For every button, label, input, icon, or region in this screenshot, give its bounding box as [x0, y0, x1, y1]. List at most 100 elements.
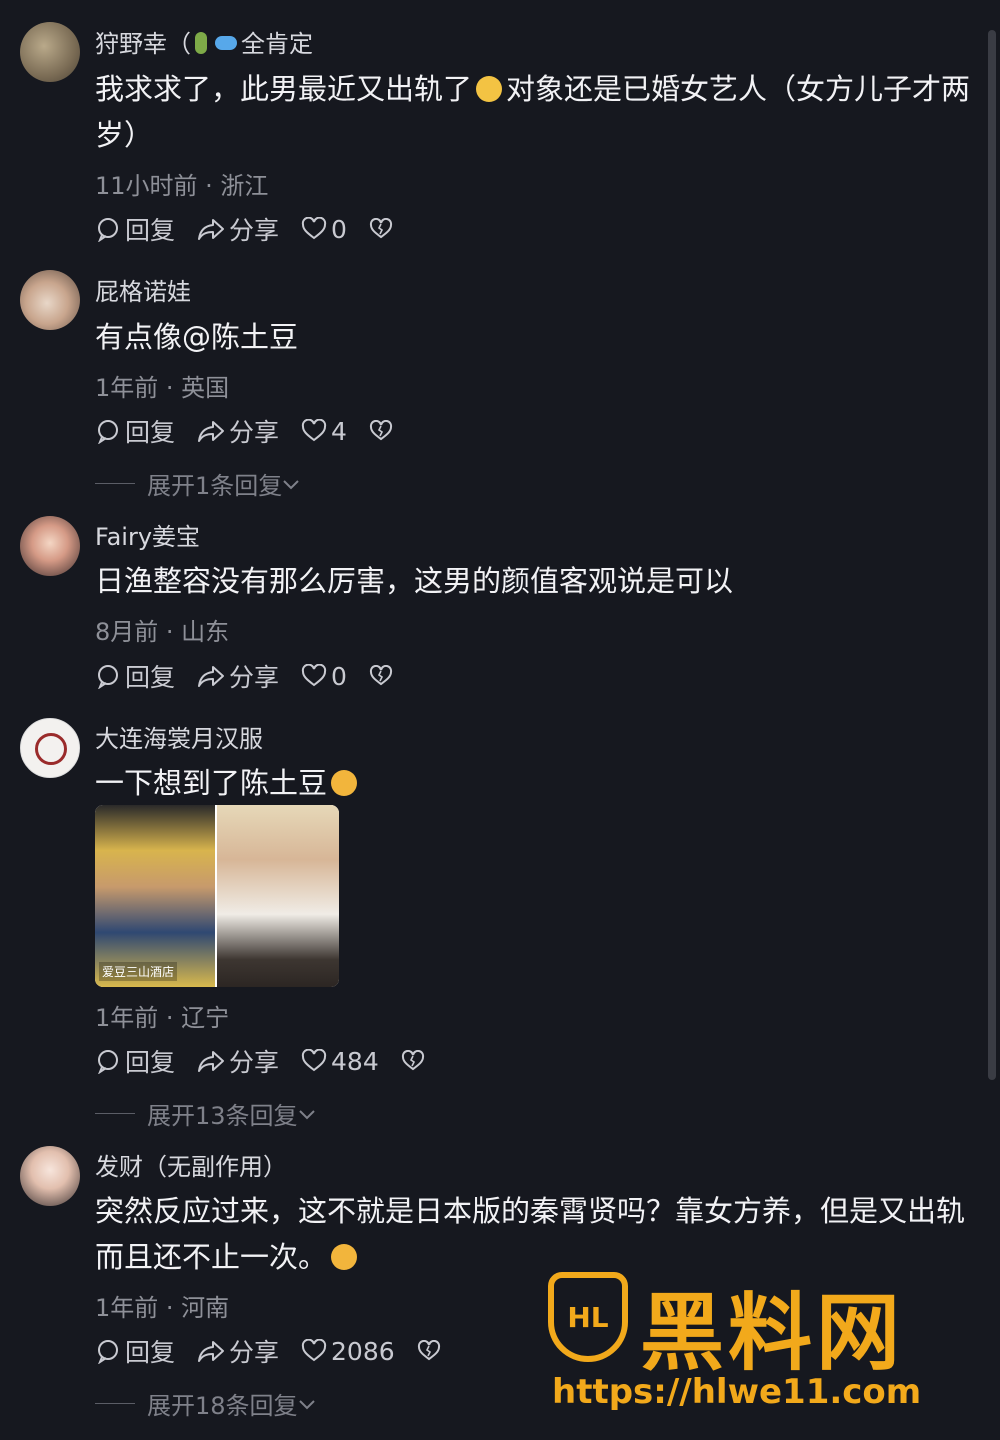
reply-button[interactable]: 回复 [95, 658, 175, 694]
like-button[interactable]: 0 [301, 215, 347, 244]
avatar-seal [35, 733, 67, 765]
share-arrow-icon [198, 421, 225, 442]
comment-image[interactable]: 爱豆三山酒店 [95, 805, 339, 987]
comment-meta: 1年前 · 英国 [95, 374, 230, 402]
comment-actions: 回复 分享 2086 [95, 1334, 467, 1368]
share-label: 分享 [229, 1048, 280, 1077]
comment-text-part: 突然反应过来，这不就是日本版的秦霄贤吗？靠女方养，但是又出轨而且还不止一次。 [95, 1194, 966, 1274]
watermark-title: 黑料网 [640, 1284, 905, 1382]
share-label: 分享 [229, 216, 280, 245]
scrollbar[interactable] [988, 30, 996, 1080]
reply-label: 回复 [125, 663, 176, 692]
username[interactable]: 发财（无副作用） [95, 1147, 287, 1182]
avatar[interactable] [20, 270, 80, 330]
avatar[interactable] [20, 718, 80, 778]
dislike-button[interactable] [417, 1340, 445, 1362]
watermark-logo-letters: HL [567, 1300, 609, 1334]
heart-icon [301, 664, 327, 687]
share-label: 分享 [229, 1338, 280, 1367]
username-suffix: 全肯定 [241, 30, 313, 58]
heart-icon [301, 419, 327, 442]
comment-text-part: 我求求了，此男最近又出轨了 [95, 72, 473, 106]
comment-bubble-icon [98, 1340, 118, 1364]
expand-replies-label: 展开1条回复 [147, 472, 283, 500]
like-button[interactable]: 2086 [301, 1337, 395, 1366]
pear-emoji-icon [195, 32, 207, 54]
pleading-face-emoji-icon [476, 76, 503, 102]
reply-label: 回复 [125, 216, 176, 245]
comment-meta: 8月前 · 山东 [95, 618, 230, 646]
reply-button[interactable]: 回复 [95, 1043, 175, 1079]
expand-replies-label: 展开13条回复 [147, 1102, 298, 1130]
share-label: 分享 [229, 663, 280, 692]
expand-replies-label: 展开18条回复 [147, 1392, 298, 1420]
like-count: 2086 [331, 1336, 395, 1366]
heart-icon [301, 217, 327, 240]
expand-replies-button[interactable]: 展开13条回复 [95, 1096, 316, 1131]
username[interactable]: 狩野幸（ 全肯定 [95, 24, 313, 59]
avatar[interactable] [20, 1146, 80, 1206]
share-button[interactable]: 分享 [197, 211, 279, 247]
reply-button[interactable]: 回复 [95, 211, 175, 247]
comment-bubble-icon [98, 420, 118, 444]
like-button[interactable]: 0 [301, 662, 347, 691]
comment-actions: 回复 分享 4 [95, 414, 419, 448]
laughing-emoji-icon [331, 770, 358, 796]
fish-emoji-icon [215, 36, 237, 50]
like-count: 4 [331, 416, 347, 446]
comment-text-part: 一下想到了陈土豆 [95, 766, 328, 800]
share-arrow-icon [198, 219, 225, 240]
avatar[interactable] [20, 516, 80, 576]
heart-icon [301, 1339, 327, 1362]
comment-actions: 回复 分享 0 [95, 659, 419, 693]
comment-meta: 1年前 · 辽宁 [95, 1004, 230, 1032]
broken-heart-icon [369, 420, 392, 441]
broken-heart-icon [369, 665, 392, 686]
dislike-button[interactable] [369, 218, 397, 240]
comment-bubble-icon [98, 1050, 118, 1074]
like-count: 0 [331, 214, 347, 244]
comment-text: 日渔整容没有那么厉害，这男的颜值客观说是可以 [95, 564, 734, 598]
photo-right [217, 805, 339, 987]
comment-meta: 11小时前 · 浙江 [95, 172, 269, 200]
share-arrow-icon [198, 666, 225, 687]
comment-actions: 回复 分享 0 [95, 212, 419, 246]
like-button[interactable]: 484 [301, 1047, 379, 1076]
heart-icon [301, 1049, 327, 1072]
username[interactable]: 屁格诺娃 [95, 272, 191, 307]
comment-text: 一下想到了陈土豆 [95, 760, 975, 806]
share-button[interactable]: 分享 [197, 1333, 279, 1369]
divider [95, 1113, 135, 1114]
dislike-button[interactable] [401, 1050, 429, 1072]
username-text: 狩野幸（ [95, 30, 191, 58]
comment-text: 有点像@陈土豆 [95, 320, 299, 354]
share-button[interactable]: 分享 [197, 658, 279, 694]
expand-replies-button[interactable]: 展开18条回复 [95, 1386, 316, 1421]
share-label: 分享 [229, 418, 280, 447]
share-button[interactable]: 分享 [197, 1043, 279, 1079]
reply-button[interactable]: 回复 [95, 1333, 175, 1369]
comment-text: 我求求了，此男最近又出轨了 对象还是已婚女艺人（女方儿子才两岁） [95, 66, 975, 158]
share-arrow-icon [198, 1051, 225, 1072]
broken-heart-icon [417, 1340, 440, 1361]
broken-heart-icon [401, 1050, 424, 1071]
comment-bubble-icon [98, 665, 118, 689]
username[interactable]: 大连海裳月汉服 [95, 719, 263, 754]
broken-heart-icon [369, 218, 392, 239]
dislike-button[interactable] [369, 665, 397, 687]
share-arrow-icon [198, 1341, 225, 1362]
like-button[interactable]: 4 [301, 417, 347, 446]
reply-button[interactable]: 回复 [95, 413, 175, 449]
dislike-button[interactable] [369, 420, 397, 442]
watermark: HL 黑料网 https://hlwe11.com [548, 1272, 968, 1422]
image-caption: 爱豆三山酒店 [99, 962, 178, 981]
reply-label: 回复 [125, 1338, 176, 1367]
username[interactable]: Fairy姜宝 [95, 517, 200, 552]
share-button[interactable]: 分享 [197, 413, 279, 449]
crying-laughing-emoji-icon [331, 1244, 358, 1270]
chevron-down-icon [283, 479, 299, 489]
divider [95, 1403, 135, 1404]
expand-replies-button[interactable]: 展开1条回复 [95, 466, 300, 501]
avatar[interactable] [20, 22, 80, 82]
comment-meta: 1年前 · 河南 [95, 1294, 230, 1322]
